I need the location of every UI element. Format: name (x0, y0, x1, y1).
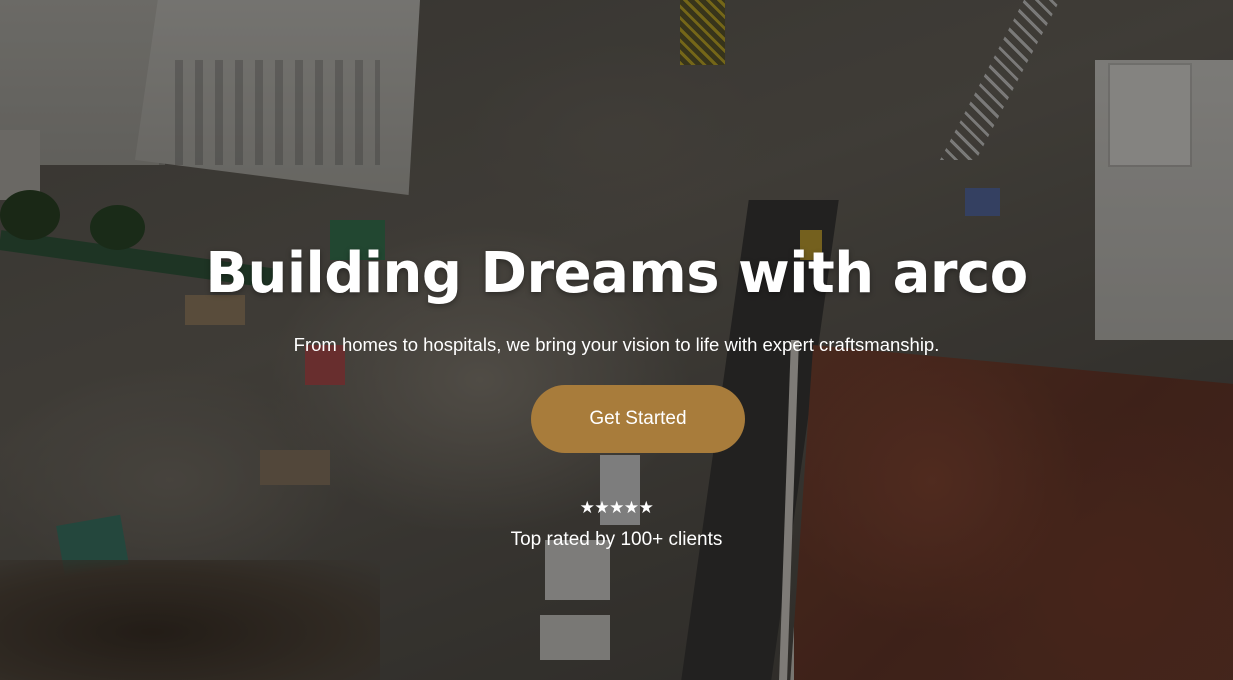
hero-subtitle: From homes to hospitals, we bring your v… (293, 334, 940, 355)
hero-content: Building Dreams with arco From homes to … (0, 0, 1233, 680)
hero-section: Building Dreams with arco From homes to … (0, 0, 1233, 680)
get-started-button[interactable]: Get Started (531, 385, 745, 453)
rating-text: Top rated by 100+ clients (510, 529, 723, 550)
star-icon: ★★★★★ (579, 498, 654, 518)
hero-title: Building Dreams with arco (205, 241, 1028, 306)
